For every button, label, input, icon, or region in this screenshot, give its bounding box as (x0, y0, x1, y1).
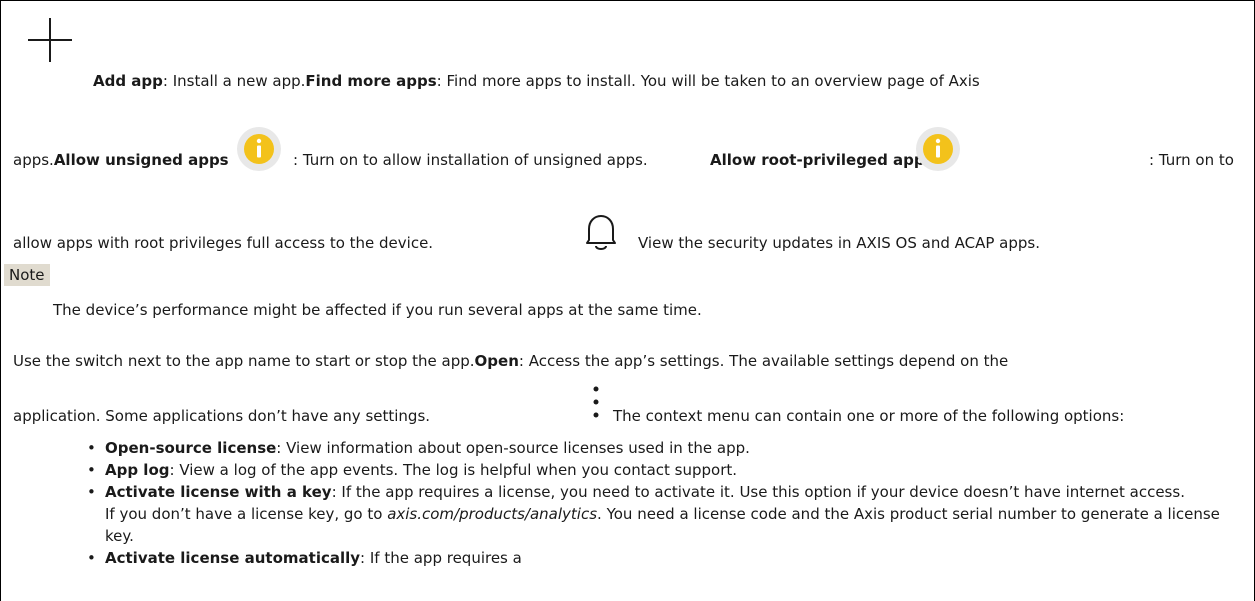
switch-text: Use the switch next to the app name to s… (13, 352, 475, 370)
bullet: • (87, 461, 96, 479)
option-text: : If the app requires a (360, 549, 522, 567)
bullet: • (87, 549, 96, 567)
security-updates-text: View the security updates in AXIS OS and… (638, 234, 1040, 252)
add-app-label: Add app (93, 72, 163, 90)
para1-line2: apps.Allow unsigned apps (13, 151, 229, 169)
info-icon (916, 127, 960, 171)
para2-line2: application. Some applications don’t hav… (13, 407, 431, 425)
option-text: : View a log of the app events. The log … (169, 461, 738, 479)
license-note: If you don’t have a license key, go to a… (105, 505, 1220, 545)
document-frame: Add app: Install a new app.Find more app… (0, 0, 1255, 601)
allow-root-privileged-apps-label: Allow root-privileged apps (710, 151, 934, 169)
para2-line1: Use the switch next to the app name to s… (13, 352, 1008, 370)
bullet: • (87, 483, 96, 501)
list-item: • Open-source license: View information … (87, 437, 1227, 459)
option-label: Activate license with a key (105, 483, 332, 501)
para1-line1: Add app: Install a new app.Find more app… (93, 72, 980, 90)
option-text: : View information about open-source lic… (276, 439, 750, 457)
context-menu-text: The context menu can contain one or more… (613, 407, 1125, 425)
find-more-apps-label: Find more apps (305, 72, 437, 90)
open-text: : Access the app’s settings. The availab… (518, 352, 1009, 370)
find-more-apps-text: : Find more apps to install. You will be… (436, 72, 980, 90)
bell-icon (586, 215, 616, 250)
note-text: The device’s performance might be affect… (53, 301, 702, 319)
option-text: : If the app requires a license, you nee… (331, 483, 1185, 501)
add-app-text: : Install a new app. (162, 72, 306, 90)
bullet: • (87, 439, 96, 457)
info-icon (237, 127, 281, 171)
list-item: • Activate license with a key: If the ap… (87, 481, 1227, 547)
option-label: App log (105, 461, 170, 479)
option-label: Activate license automatically (105, 549, 361, 567)
option-label: Open-source license (105, 439, 277, 457)
apps-text: apps. (13, 151, 54, 169)
allow-unsigned-apps-label: Allow unsigned apps (53, 151, 229, 169)
allow-unsigned-apps-text: : Turn on to allow installation of unsig… (293, 151, 648, 169)
note-label: Note (4, 264, 50, 286)
plus-icon (28, 18, 72, 62)
allow-root-privileged-apps-text: : Turn on to (1149, 151, 1234, 169)
options-list: • Open-source license: View information … (87, 437, 1227, 569)
root-privileges-text: allow apps with root privileges full acc… (13, 234, 434, 252)
analytics-link-text: axis.com/products/analytics (387, 505, 598, 523)
list-item: • App log: View a log of the app events.… (87, 459, 1227, 481)
list-item: • Activate license automatically: If the… (87, 547, 1227, 569)
open-label: Open (474, 352, 519, 370)
vertical-dots-icon (593, 386, 599, 418)
